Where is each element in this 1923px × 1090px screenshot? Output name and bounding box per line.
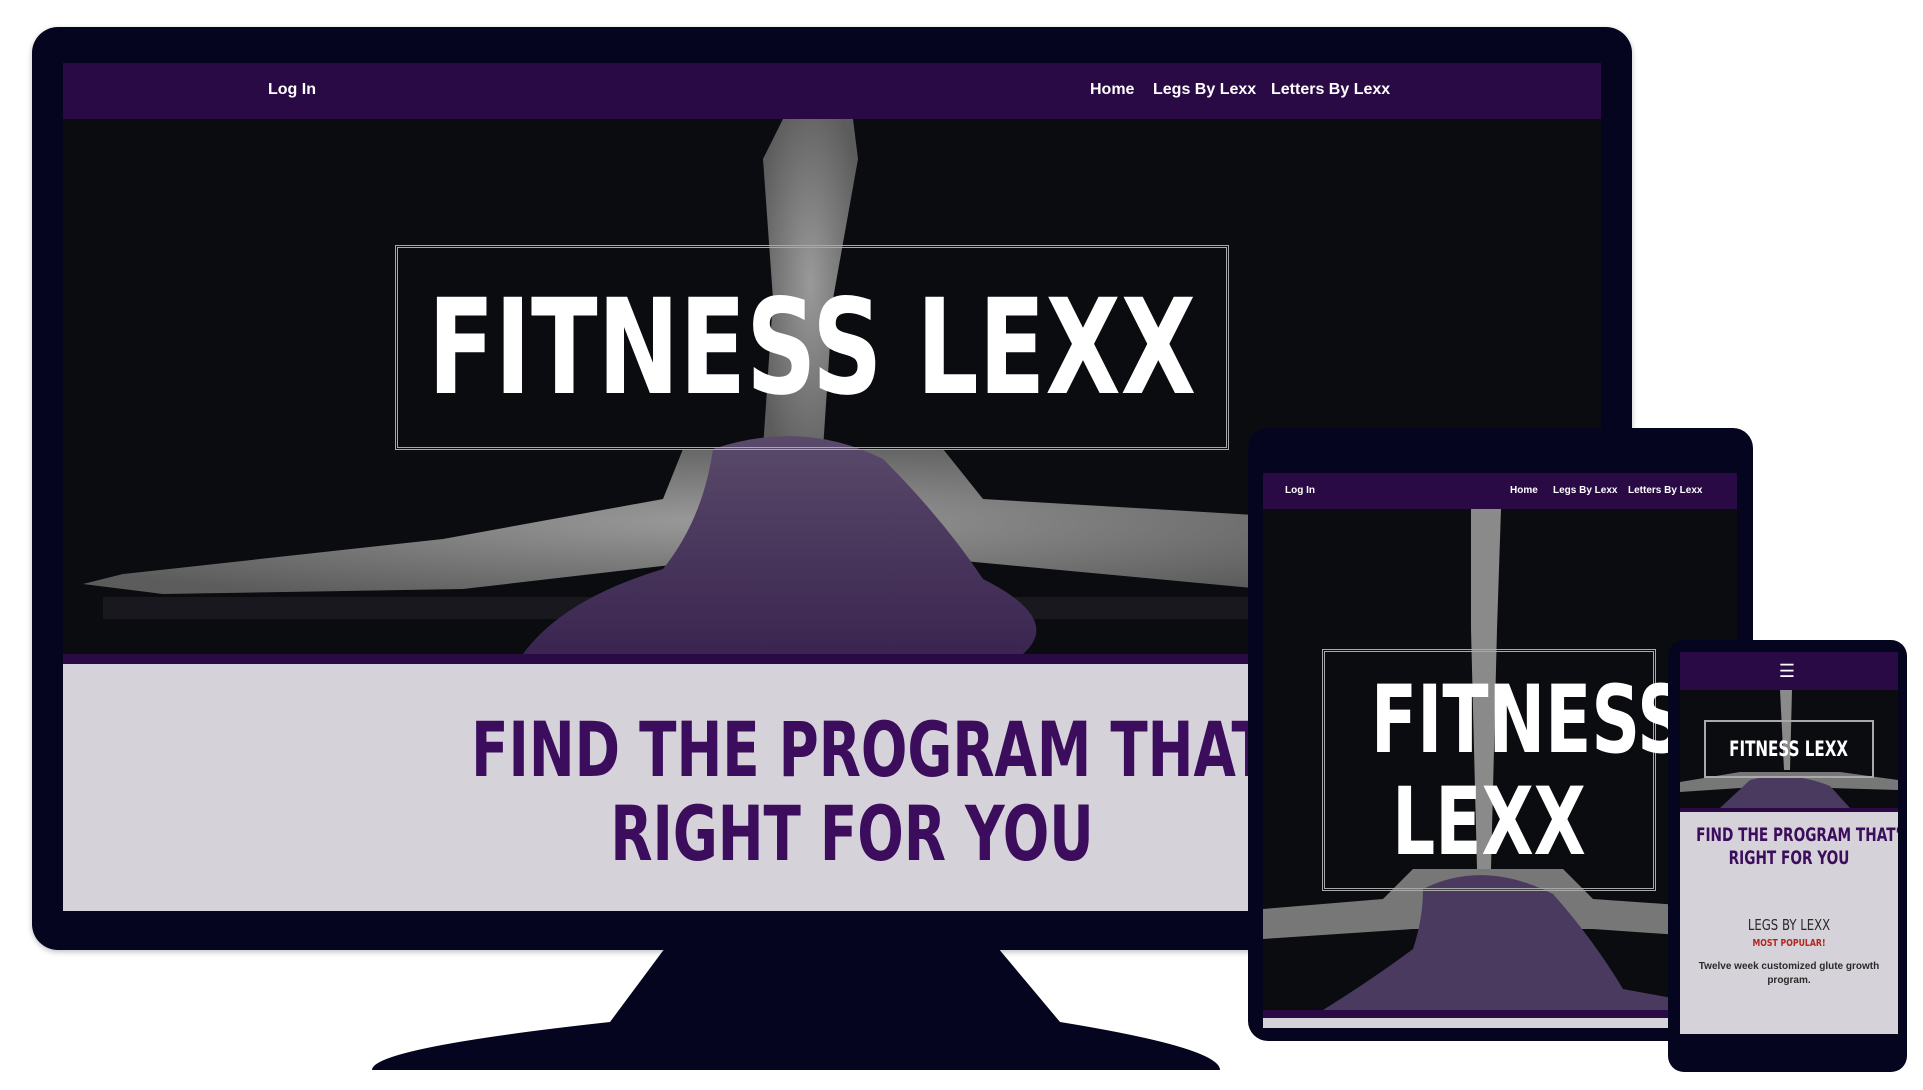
tablet-screen: Log In Home Legs By Lexx Letters By Lexx… bbox=[1263, 473, 1737, 1028]
tablet-hero-title-line-1: FITNESS bbox=[1370, 666, 1686, 775]
nav-letters-link[interactable]: Letters By Lexx bbox=[1271, 81, 1390, 99]
nav-legs-link[interactable]: Legs By Lexx bbox=[1153, 81, 1256, 99]
nav-home-link[interactable]: Home bbox=[1090, 81, 1134, 99]
program-card-description: Twelve week customized glute growth prog… bbox=[1698, 961, 1880, 986]
phone-programs-heading-line-1: FIND THE PROGRAM THAT'S bbox=[1696, 824, 1898, 846]
phone-hero-banner: FITNESS LEXX bbox=[1680, 690, 1898, 808]
tablet-navbar: Log In Home Legs By Lexx Letters By Lexx bbox=[1263, 473, 1737, 509]
hero-title-box: FITNESS LEXX bbox=[395, 245, 1229, 450]
phone-screen: ☰ FITNESS LEXX FIND THE PROGRAM THAT'S R… bbox=[1680, 652, 1898, 1034]
tablet-hero-title-box: FITNESS LEXX bbox=[1322, 649, 1686, 891]
tablet-nav-home-link[interactable]: Home bbox=[1510, 485, 1538, 496]
phone-hero-title: FITNESS LEXX bbox=[1729, 737, 1849, 761]
hero-title: FITNESS LEXX bbox=[427, 270, 1197, 425]
phone-programs-section: FIND THE PROGRAM THAT'S RIGHT FOR YOU LE… bbox=[1680, 812, 1898, 1034]
desktop-navbar: Log In Home Legs By Lexx Letters By Lexx bbox=[63, 63, 1601, 119]
nav-login-link[interactable]: Log In bbox=[268, 81, 316, 99]
phone-hero-title-box: FITNESS LEXX bbox=[1704, 720, 1874, 778]
phone-programs-heading: FIND THE PROGRAM THAT'S RIGHT FOR YOU bbox=[1696, 824, 1898, 870]
tablet-nav-login-link[interactable]: Log In bbox=[1285, 485, 1315, 496]
tablet-hero-bottom-band bbox=[1263, 1010, 1737, 1018]
tablet-nav-legs-link[interactable]: Legs By Lexx bbox=[1553, 485, 1617, 496]
programs-heading: FIND THE PROGRAM THAT'S RIGHT FOR YOU bbox=[471, 705, 1326, 878]
tablet-nav-letters-link[interactable]: Letters By Lexx bbox=[1628, 485, 1702, 496]
most-popular-badge: MOST POPULAR! bbox=[1752, 938, 1826, 949]
programs-heading-line-1: FIND THE PROGRAM THAT'S bbox=[471, 705, 1326, 794]
tablet-section-peek bbox=[1263, 1018, 1737, 1028]
programs-heading-line-2: RIGHT FOR YOU bbox=[610, 789, 1094, 878]
phone-programs-heading-line-2: RIGHT FOR YOU bbox=[1728, 847, 1850, 869]
hamburger-menu-icon[interactable]: ☰ bbox=[1776, 662, 1798, 680]
tablet-hero-banner: FITNESS LEXX bbox=[1263, 509, 1737, 1010]
tablet-hero-title-line-2: LEXX bbox=[1392, 768, 1586, 877]
tablet-hero-title: FITNESS LEXX bbox=[1370, 666, 1686, 877]
phone-navbar: ☰ bbox=[1680, 652, 1898, 690]
program-card-title[interactable]: LEGS BY LEXX bbox=[1704, 916, 1874, 934]
